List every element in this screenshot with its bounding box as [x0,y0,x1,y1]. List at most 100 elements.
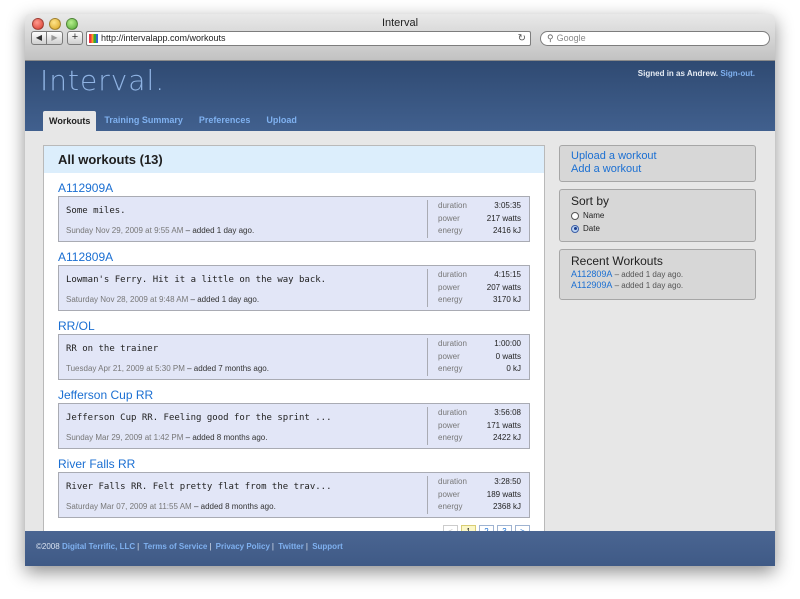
workout-added: – added 7 months ago. [187,364,269,373]
workout-meta: Saturday Mar 07, 2009 at 11:55 AM – adde… [66,502,276,511]
sign-out-link[interactable]: Sign-out. [720,69,755,78]
sort-option-name[interactable]: Name [571,209,744,222]
energy-value: 3170 kJ [492,295,521,304]
copyright: ©2008 [36,542,60,551]
power-label: power [438,489,460,499]
duration-value: 3:28:50 [494,477,521,486]
browser-titlebar: Interval ◀ ▶ + http://intervalapp.com/wo… [25,14,775,61]
duration-label: duration [438,270,467,279]
energy-value: 2422 kJ [492,433,521,442]
footer-company-link[interactable]: Digital Terrific, LLC [62,542,135,551]
workout-added: – added 8 months ago. [185,433,268,442]
workout-title-link[interactable]: A112809A [58,250,530,264]
upload-workout-link[interactable]: Upload a workout [571,150,744,163]
sort-box: Sort by Name Date [559,189,756,242]
workout-meta: Tuesday Apr 21, 2009 at 5:30 PM – added … [66,364,269,373]
app-header: Interval. Signed in as Andrew. Sign-out.… [25,61,775,131]
main-tabs: Workouts Training Summary Preferences Up… [43,111,305,131]
power-value: 217 watts [486,213,521,223]
app-logo[interactable]: Interval. [40,64,165,97]
footer-terms-link[interactable]: Terms of Service [143,542,207,551]
add-workout-link[interactable]: Add a workout [571,163,744,176]
workout-stats: duration 3:56:08 power 171 watts energy 242… [427,407,530,445]
forward-button[interactable]: ▶ [47,31,63,45]
duration-value: 4:15:15 [494,270,521,279]
footer-support-link[interactable]: Support [312,542,343,551]
workout-description: Jefferson Cup RR. Feeling good for the s… [66,413,332,423]
workout-stats: duration 4:15:15 power 207 watts energy 317… [427,269,530,307]
workout-added: – added 1 day ago. [190,295,260,304]
recent-heading: Recent Workouts [571,254,663,268]
sort-option-label: Date [583,224,600,233]
duration-label: duration [438,477,467,486]
power-value: 171 watts [486,420,521,430]
energy-label: energy [438,295,463,304]
history-nav: ◀ ▶ [31,31,63,45]
power-value: 189 watts [486,489,521,499]
tab-workouts[interactable]: Workouts [43,111,97,131]
page-footer: ©2008 Digital Terrific, LLC | Terms of Se… [25,531,775,566]
workout-item: Jefferson Cup RR Jefferson Cup RR. Feeli… [58,388,530,449]
workout-date: Sunday Nov 29, 2009 at 9:55 AM [66,226,184,235]
power-value: 0 watts [495,351,521,361]
tab-training-summary[interactable]: Training Summary [96,115,191,131]
radio-unchecked-icon[interactable] [571,211,579,220]
workout-description: RR on the trainer [66,344,159,354]
workout-date: Saturday Nov 28, 2009 at 9:48 AM [66,295,189,304]
reload-icon[interactable]: ↻ [518,32,526,45]
tab-preferences[interactable]: Preferences [191,115,259,131]
energy-label: energy [438,364,463,373]
signed-in-status: Signed in as Andrew. Sign-out. [638,69,755,78]
workout-card: Some miles. Sunday Nov 29, 2009 at 9:55 … [58,196,530,242]
workouts-panel: All workouts (13) A112909A Some miles. S… [43,145,545,548]
duration-value: 3:05:35 [494,201,521,210]
power-label: power [438,213,460,223]
energy-label: energy [438,226,463,235]
sort-option-date[interactable]: Date [571,222,744,235]
workout-date: Saturday Mar 07, 2009 at 11:55 AM [66,502,192,511]
page-content: All workouts (13) A112909A Some miles. S… [25,131,775,566]
workout-meta: Sunday Mar 29, 2009 at 1:42 PM – added 8… [66,433,267,442]
duration-label: duration [438,408,467,417]
energy-value: 0 kJ [506,364,521,373]
recent-workouts-box: Recent Workouts A112809A – added 1 day a… [559,249,756,300]
workout-title-link[interactable]: Jefferson Cup RR [58,388,530,402]
recent-workout-link[interactable]: A112909A [571,280,612,290]
workout-card: Jefferson Cup RR. Feeling good for the s… [58,403,530,449]
search-icon: ⚲ [547,33,554,43]
workout-stats: duration 1:00:00 power 0 watts energy 0 kJ [427,338,530,376]
sort-option-label: Name [583,211,605,220]
workout-title-link[interactable]: RR/OL [58,319,530,333]
footer-privacy-link[interactable]: Privacy Policy [216,542,270,551]
duration-label: duration [438,339,467,348]
workout-description: River Falls RR. Felt pretty flat from th… [66,482,332,492]
power-label: power [438,351,460,361]
address-bar[interactable]: http://intervalapp.com/workouts ↻ [86,31,531,46]
energy-label: energy [438,502,463,511]
search-placeholder: Google [556,33,586,43]
workout-date: Sunday Mar 29, 2009 at 1:42 PM [66,433,184,442]
workout-item: A112909A Some miles. Sunday Nov 29, 2009… [58,181,530,242]
workout-added: – added 8 months ago. [193,502,276,511]
workout-stats: duration 3:28:50 power 189 watts energy 236… [427,476,530,514]
duration-value: 3:56:08 [494,408,521,417]
workout-card: RR on the trainer Tuesday Apr 21, 2009 a… [58,334,530,380]
workout-description: Some miles. [66,206,126,216]
page-title: All workouts (13) [44,146,544,173]
workout-meta: Saturday Nov 28, 2009 at 9:48 AM – added… [66,295,259,304]
back-button[interactable]: ◀ [31,31,47,45]
tab-upload[interactable]: Upload [258,115,305,131]
actions-box: Upload a workout Add a workout [559,145,756,182]
workout-title-link[interactable]: River Falls RR [58,457,530,471]
workout-title-link[interactable]: A112909A [58,181,530,195]
site-favicon-icon [89,34,98,43]
footer-twitter-link[interactable]: Twitter [278,542,304,551]
browser-window: Interval ◀ ▶ + http://intervalapp.com/wo… [25,14,775,566]
workout-item: RR/OL RR on the trainer Tuesday Apr 21, … [58,319,530,380]
search-field[interactable]: ⚲ Google [540,31,770,46]
recent-workout-link[interactable]: A112809A [571,269,612,279]
add-bookmark-button[interactable]: + [67,31,83,45]
duration-label: duration [438,201,467,210]
power-label: power [438,282,460,292]
radio-checked-icon[interactable] [571,224,579,233]
